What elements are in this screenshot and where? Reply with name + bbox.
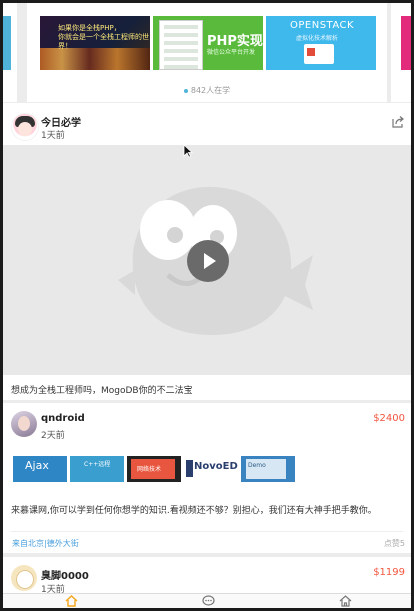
video-player[interactable] <box>3 145 411 375</box>
carousel-peek-left[interactable] <box>3 3 17 102</box>
course-thumb-openstack[interactable]: OPENSTACK 虚拟化技术解析 <box>266 16 376 70</box>
post-image-label: NovoED <box>194 461 238 472</box>
course-thumb-text: 如果你是全栈PHP， 你就会是一个全栈工程师的世界！ <box>58 24 149 50</box>
phone-mockup <box>159 20 203 70</box>
learner-count: 842人在学 <box>27 85 387 96</box>
post-image[interactable]: Demo <box>241 456 295 482</box>
course-thumb-subtitle: 微信公众平台开发 <box>207 49 256 56</box>
indicator-dot <box>183 88 188 93</box>
like-count[interactable]: 点赞5 <box>384 538 405 549</box>
avatar-face <box>18 416 30 431</box>
course-thumb-php-wechat[interactable]: PHP实现 微信公众平台开发 <box>153 16 263 70</box>
post-card-qndroid[interactable]: qndroid 2天前 $2400 Ajax C++远程 网络技术 NovoED… <box>3 403 411 553</box>
post-username[interactable]: 今日必学 <box>41 114 81 129</box>
app-screen: 如果你是全栈PHP， 你就会是一个全栈工程师的世界！ PHP实现 微信公众平台开… <box>3 3 411 608</box>
carousel-peek-right[interactable] <box>391 3 411 102</box>
course-carousel[interactable]: 如果你是全栈PHP， 你就会是一个全栈工程师的世界！ PHP实现 微信公众平台开… <box>3 3 411 102</box>
avatar-face <box>16 570 34 589</box>
city-lights <box>40 48 150 70</box>
price-tag: $1199 <box>373 567 405 578</box>
post-image-label: 网络技术 <box>137 466 162 473</box>
carousel-thumb-left <box>3 16 11 70</box>
avatar[interactable] <box>11 113 39 141</box>
device-frame: 如果你是全栈PHP， 你就会是一个全栈工程师的世界！ PHP实现 微信公众平台开… <box>0 0 414 611</box>
post-image[interactable]: 网络技术 <box>127 456 181 482</box>
post-username[interactable]: 臭脚0000 <box>41 567 89 582</box>
carousel-thumb-right <box>401 16 411 70</box>
home-icon <box>65 595 77 607</box>
chat-icon <box>201 595 215 606</box>
post-time: 2天前 <box>41 431 65 441</box>
price-tag: $2400 <box>373 413 405 424</box>
post-image[interactable]: NovoED <box>184 456 238 482</box>
post-text: 来慕课网,你可以学到任何你想学的知识.看视频还不够？别担心，我们还有大神手把手教… <box>11 506 377 516</box>
divider <box>11 531 403 532</box>
share-icon[interactable] <box>391 115 405 129</box>
bottom-nav <box>3 593 411 608</box>
avatar[interactable] <box>11 565 37 591</box>
post-card-jinri[interactable]: 今日必学 1天前 想成为全栈工程师吗，MogoDB你的不二法宝 <box>3 103 411 400</box>
openstack-logo <box>304 44 334 64</box>
avatar[interactable] <box>11 411 37 437</box>
nav-messages[interactable] <box>198 594 218 608</box>
play-button[interactable] <box>187 240 229 282</box>
post-image-label: Demo <box>248 462 266 469</box>
avatar-face <box>18 122 32 136</box>
course-thumb-night-city[interactable]: 如果你是全栈PHP， 你就会是一个全栈工程师的世界！ <box>40 16 150 70</box>
post-image[interactable]: C++远程 <box>70 456 124 482</box>
post-image[interactable]: Ajax <box>13 456 67 482</box>
course-thumb-title: OPENSTACK <box>290 20 355 31</box>
post-time: 1天前 <box>41 131 65 141</box>
location-link[interactable]: 来自北京|德外大街 <box>12 538 79 549</box>
image-mark <box>186 460 193 477</box>
course-thumb-subtitle: 虚拟化技术解析 <box>296 35 339 42</box>
carousel-card[interactable]: 如果你是全栈PHP， 你就会是一个全栈工程师的世界！ PHP实现 微信公众平台开… <box>27 3 387 102</box>
post-image-label: C++远程 <box>84 461 111 468</box>
mouse-cursor-icon <box>183 144 193 158</box>
nav-profile[interactable] <box>335 594 355 608</box>
post-username[interactable]: qndroid <box>41 413 85 424</box>
learner-count-text: 842人在学 <box>190 86 231 95</box>
nav-home[interactable] <box>61 594 81 608</box>
post-image-label: Ajax <box>25 459 49 472</box>
house-icon <box>339 595 351 607</box>
post-card-choujiao[interactable]: 臭脚0000 1天前 $1199 <box>3 557 411 597</box>
post-text: 想成为全栈工程师吗，MogoDB你的不二法宝 <box>11 386 193 396</box>
